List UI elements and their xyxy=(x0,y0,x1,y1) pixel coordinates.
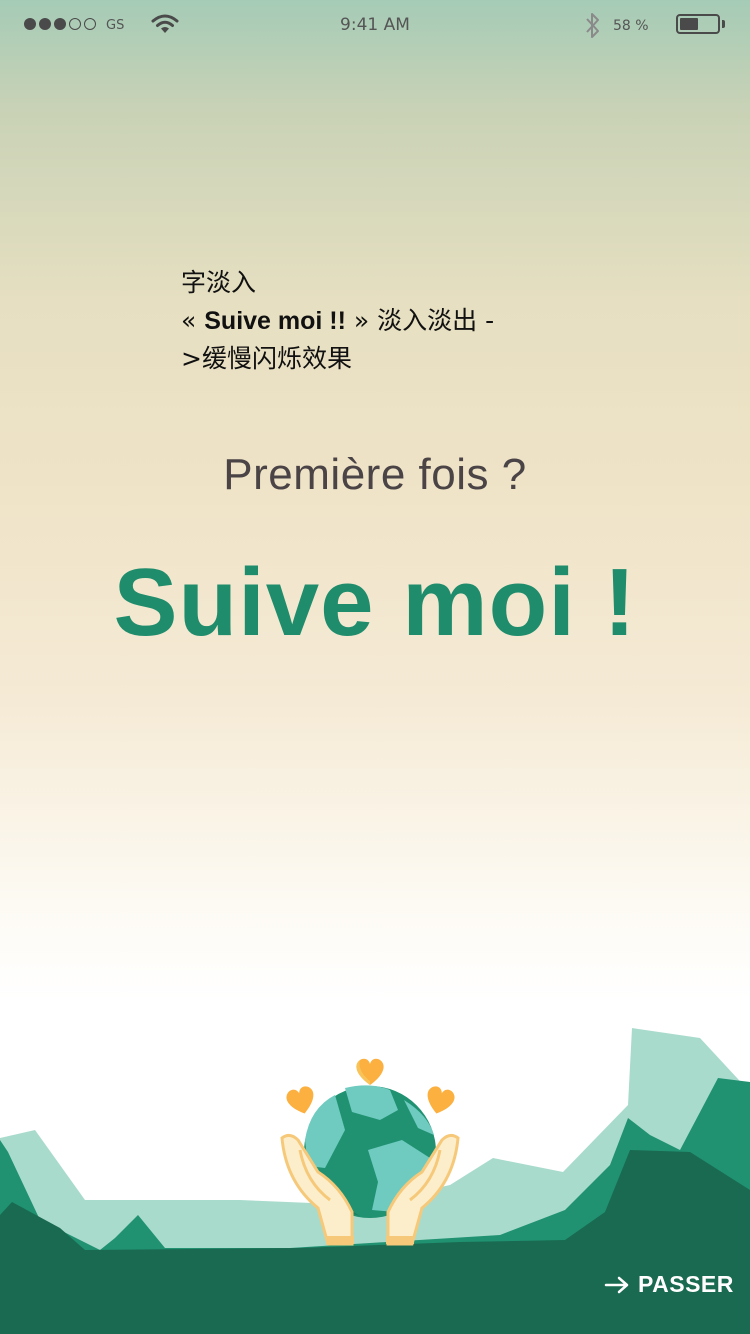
battery-cap xyxy=(722,20,725,28)
animation-note: 字淡入 « Suive moi !! » 淡入淡出 - >缓慢闪烁效果 xyxy=(181,264,571,378)
heart-icon xyxy=(427,1086,455,1114)
battery-icon xyxy=(676,14,720,34)
bluetooth-icon xyxy=(586,13,599,38)
note-line-3: >缓慢闪烁效果 xyxy=(181,344,352,373)
skip-label: PASSER xyxy=(638,1271,734,1297)
battery-percent: 58 % xyxy=(613,18,649,34)
intro-question: Première fois ? xyxy=(223,450,527,499)
heart-icon xyxy=(286,1086,314,1114)
note-emphasis: Suive moi !! xyxy=(204,307,346,335)
intro-headline: Suive moi ! xyxy=(113,549,637,656)
note-line-1: 字淡入 xyxy=(181,268,257,297)
battery-level-fill xyxy=(680,18,698,30)
heart-icon xyxy=(356,1058,384,1085)
skip-button[interactable]: PASSER xyxy=(604,1271,734,1298)
note-line-2: « Suive moi !! » 淡入淡出 - xyxy=(181,306,495,335)
status-bar: GS 9:41 AM 58 % xyxy=(0,0,750,50)
arrow-right-icon xyxy=(604,1276,629,1293)
